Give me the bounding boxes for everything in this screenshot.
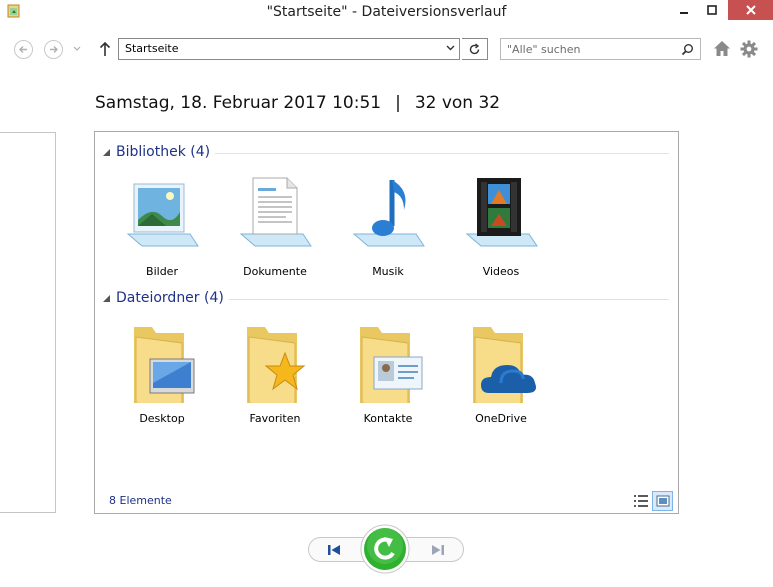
music-library-icon xyxy=(352,180,425,247)
minimize-icon xyxy=(680,12,688,14)
item-dokumente[interactable]: Dokumente xyxy=(225,176,325,286)
arrow-left-icon xyxy=(19,46,27,53)
item-label: Kontakte xyxy=(363,412,413,425)
group-header-bibliothek[interactable]: Bibliothek (4) xyxy=(103,144,669,162)
forward-button[interactable] xyxy=(44,40,63,59)
large-icons-view-button[interactable] xyxy=(652,491,673,511)
recent-locations-chevron-icon[interactable] xyxy=(73,46,81,52)
desktop-folder-icon xyxy=(134,327,195,403)
home-icon[interactable] xyxy=(713,40,731,57)
close-button[interactable] xyxy=(728,0,773,20)
search-box[interactable] xyxy=(500,38,701,60)
minimize-button[interactable] xyxy=(670,0,698,20)
title-bar: "Startseite" - Dateiversionsverlauf xyxy=(0,0,773,24)
item-favoriten[interactable]: Favoriten xyxy=(225,323,325,433)
item-count: 8 Elemente xyxy=(109,494,172,507)
item-desktop[interactable]: Desktop xyxy=(112,323,212,433)
snapshot-datetime: Samstag, 18. Februar 2017 10:51 xyxy=(95,93,382,113)
onedrive-folder-icon xyxy=(473,327,536,403)
refresh-icon xyxy=(469,42,480,54)
contacts-folder-icon xyxy=(360,327,423,403)
item-kontakte[interactable]: Kontakte xyxy=(338,323,438,433)
group-divider xyxy=(215,153,669,154)
item-videos[interactable]: Videos xyxy=(451,176,551,286)
pictures-library-icon xyxy=(126,183,199,247)
maximize-icon xyxy=(707,5,717,15)
collapse-triangle-icon[interactable] xyxy=(103,295,110,302)
group-label: Bibliothek (4) xyxy=(116,144,211,160)
item-label: Desktop xyxy=(139,412,185,425)
documents-library-icon xyxy=(239,177,312,247)
item-label: Dokumente xyxy=(243,265,307,278)
maximize-button[interactable] xyxy=(698,0,726,20)
previous-version-icon xyxy=(328,544,340,555)
chevron-down-icon[interactable] xyxy=(446,45,455,51)
group-header-dateiordner[interactable]: Dateiordner (4) xyxy=(103,290,669,308)
item-label: Bilder xyxy=(146,265,178,278)
next-version-button[interactable] xyxy=(412,537,464,562)
favorites-folder-icon xyxy=(247,327,306,403)
arrow-up-icon[interactable] xyxy=(98,40,112,58)
group-label: Dateiordner (4) xyxy=(116,290,224,306)
close-icon xyxy=(745,5,756,15)
snapshot-position: 32 von 32 xyxy=(414,93,501,113)
gear-icon[interactable] xyxy=(740,40,758,58)
videos-library-icon xyxy=(465,178,538,247)
group-divider xyxy=(229,299,669,300)
header-separator: | xyxy=(395,93,401,113)
item-label: Musik xyxy=(372,265,404,278)
search-icon[interactable] xyxy=(681,43,694,56)
navigation-bar: Startseite xyxy=(0,30,773,70)
restore-button[interactable] xyxy=(360,524,410,574)
next-version-icon xyxy=(432,544,444,555)
refresh-button[interactable] xyxy=(462,38,488,60)
item-label: Videos xyxy=(482,265,520,278)
item-musik[interactable]: Musik xyxy=(338,176,438,286)
previous-version-button[interactable] xyxy=(308,537,360,562)
collapse-triangle-icon[interactable] xyxy=(103,149,110,156)
arrow-right-icon xyxy=(50,46,58,53)
item-label: OneDrive xyxy=(475,412,527,425)
item-label: Favoriten xyxy=(249,412,301,425)
search-input[interactable] xyxy=(501,39,676,59)
item-onedrive[interactable]: OneDrive xyxy=(451,323,551,433)
window-title: "Startseite" - Dateiversionsverlauf xyxy=(266,4,507,20)
address-bar[interactable]: Startseite xyxy=(118,38,460,60)
item-bilder[interactable]: Bilder xyxy=(112,176,212,286)
address-text: Startseite xyxy=(125,42,179,55)
details-view-icon[interactable] xyxy=(633,493,649,509)
snapshot-content-panel: Bibliothek (4) Bilder Dokumente Musik Vi… xyxy=(94,131,679,514)
back-button[interactable] xyxy=(14,40,33,59)
large-icons-view-icon xyxy=(656,495,669,507)
previous-snapshot-panel[interactable] xyxy=(0,132,56,513)
snapshot-header: Samstag, 18. Februar 2017 10:51 | 32 von 3… xyxy=(95,93,500,113)
